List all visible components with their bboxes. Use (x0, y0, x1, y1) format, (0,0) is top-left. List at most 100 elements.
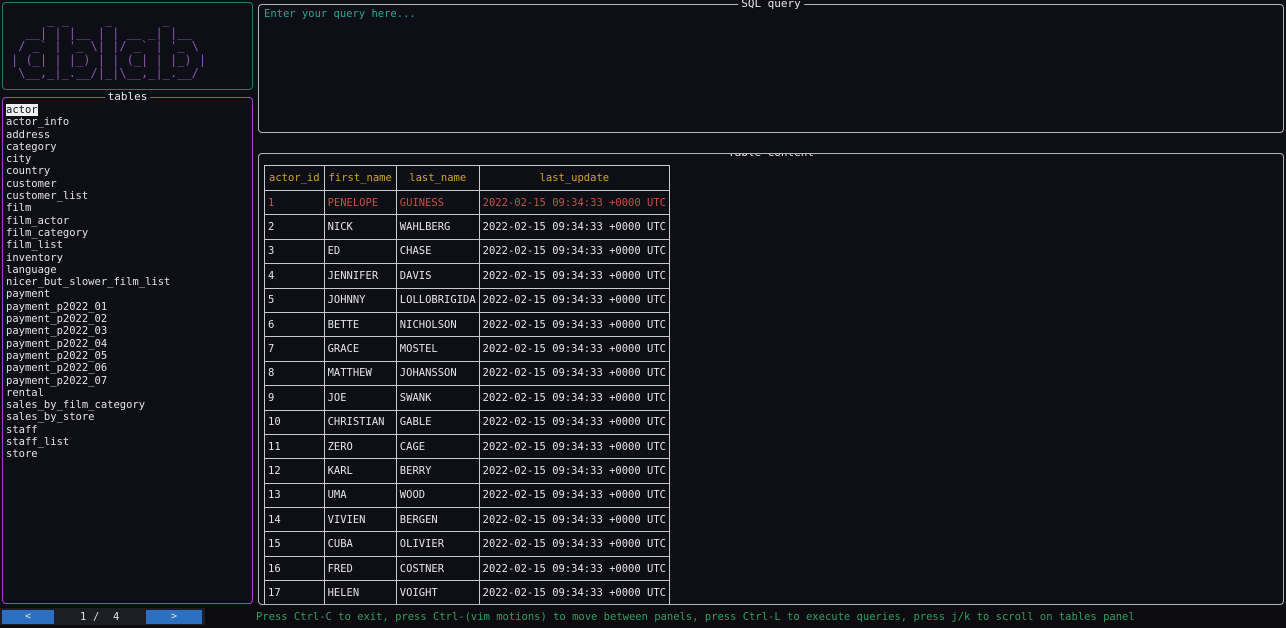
tables-list-item[interactable]: staff_list (6, 436, 252, 448)
content-table: actor_id first_name last_name last_update 1… (264, 165, 670, 604)
table-row[interactable]: 15 CUBA OLIVIER 2022-02-15 09:34:33 +0000 U… (264, 531, 670, 557)
tables-list-item[interactable]: sales_by_store (6, 411, 252, 423)
tables-list-item[interactable]: rental (6, 387, 252, 399)
tables-list-item[interactable]: payment_p2022_04 (6, 338, 252, 350)
table-row[interactable]: 1 PENELOPE GUINESS 2022-02-15 09:34:33 +000… (264, 189, 670, 216)
table-cell: VIVIEN (323, 507, 397, 533)
table-cell: 2022-02-15 09:34:33 +0000 UTC (478, 311, 670, 338)
table-row[interactable]: 5 JOHNNY LOLLOBRIGIDA 2022-02-15 09:34:33 +… (264, 287, 670, 313)
table-cell: BERGEN (395, 507, 480, 533)
table-row[interactable]: 13 UMA WOOD 2022-02-15 09:34:33 +0000 UTC (264, 482, 670, 509)
table-cell: 2022-02-15 09:34:33 +0000 UTC (478, 385, 670, 411)
sql-query-panel[interactable]: SQL query Enter your query here... (258, 0, 1284, 133)
tables-list-item[interactable]: category (6, 141, 252, 153)
tables-list-item[interactable]: language (6, 264, 252, 276)
table-row[interactable]: 16 FRED COSTNER 2022-02-15 09:34:33 +0000 U… (264, 555, 670, 582)
column-header: actor_id (264, 165, 325, 191)
tables-list-item[interactable]: city (6, 153, 252, 165)
table-cell: CHASE (395, 238, 480, 265)
current-page: 1 (80, 611, 87, 623)
table-cell: 3 (264, 238, 325, 265)
table-cell: CHRISTIAN (323, 409, 397, 435)
tables-list-item[interactable]: payment_p2022_06 (6, 362, 252, 374)
table-content-panel[interactable]: Table Content actor_idfirst_namelast_nam… (258, 153, 1284, 605)
table-cell: 2022-02-15 09:34:33 +0000 UTC (478, 507, 670, 533)
table-row[interactable]: 8 MATTHEW JOHANSSON 2022-02-15 09:34:33 +00… (264, 360, 670, 387)
tables-list-item[interactable]: nicer_but_slower_film_list (6, 276, 252, 288)
table-cell: 2022-02-15 09:34:33 +0000 UTC (478, 189, 670, 216)
tables-list-item[interactable]: payment_p2022_05 (6, 350, 252, 362)
column-header: first_name (323, 165, 397, 191)
table-row[interactable]: 11 ZERO CAGE 2022-02-15 09:34:33 +0000 UTC (264, 433, 670, 460)
table-row[interactable]: 4 JENNIFER DAVIS 2022-02-15 09:34:33 +0000 … (264, 263, 670, 289)
table-cell: DAVIS (395, 263, 480, 289)
table-row[interactable]: 17 HELEN VOIGHT 2022-02-15 09:34:33 +0000 U… (264, 580, 670, 604)
tables-list-item[interactable]: film (6, 202, 252, 214)
tables-list-item[interactable]: film_category (6, 227, 252, 239)
table-row[interactable]: 12 KARL BERRY 2022-02-15 09:34:33 +0000 UTC (264, 458, 670, 484)
content-table-header-row: actor_id first_name last_name last_update (264, 165, 670, 191)
table-row[interactable]: 3 ED CHASE 2022-02-15 09:34:33 +0000 UTC (264, 238, 670, 265)
tables-list-item[interactable]: customer (6, 178, 252, 190)
content-panel-title: Table Content (724, 154, 818, 159)
tables-list-item[interactable]: payment_p2022_01 (6, 301, 252, 313)
tables-list-item[interactable]: store (6, 448, 252, 460)
table-cell: 9 (264, 385, 325, 411)
tables-list-item[interactable]: customer_list (6, 190, 252, 202)
tables-list-item[interactable]: payment (6, 288, 252, 300)
table-cell: 5 (264, 287, 325, 313)
tables-list-item[interactable]: film_list (6, 239, 252, 251)
tables-list-item[interactable]: film_actor (6, 215, 252, 227)
table-cell: 6 (264, 311, 325, 338)
table-cell: 15 (264, 531, 325, 557)
table-cell: BETTE (323, 311, 397, 338)
total-pages: 4 (113, 611, 120, 623)
table-row[interactable]: 10 CHRISTIAN GABLE 2022-02-15 09:34:33 +000… (264, 409, 670, 435)
tables-list-item[interactable]: actor (6, 104, 252, 116)
table-cell: JOE (323, 385, 397, 411)
table-cell: 2022-02-15 09:34:33 +0000 UTC (478, 458, 670, 484)
table-cell: ZERO (323, 433, 397, 460)
table-row[interactable]: 14 VIVIEN BERGEN 2022-02-15 09:34:33 +0000 … (264, 507, 670, 533)
tables-list-item[interactable]: payment_p2022_03 (6, 325, 252, 337)
ascii-logo: _ _ _ _ __| | |__ | | __ _| |__ / _` | '… (11, 13, 207, 80)
tables-list-item[interactable]: payment_p2022_07 (6, 375, 252, 387)
table-cell: PENELOPE (323, 189, 397, 216)
table-cell: NICK (323, 214, 397, 240)
table-cell: 2022-02-15 09:34:33 +0000 UTC (478, 433, 670, 460)
table-cell: 2022-02-15 09:34:33 +0000 UTC (478, 263, 670, 289)
tables-list-item[interactable]: address (6, 129, 252, 141)
table-cell: 11 (264, 433, 325, 460)
tables-panel[interactable]: tables actor actor_info address category cit… (2, 90, 253, 604)
table-cell: JOHANSSON (395, 360, 480, 387)
table-cell: ED (323, 238, 397, 265)
help-text: Press Ctrl-C to exit, press Ctrl-(vim mo… (256, 611, 1135, 623)
table-cell: 2022-02-15 09:34:33 +0000 UTC (478, 555, 670, 582)
tables-list-item[interactable]: country (6, 165, 252, 177)
table-cell: 2022-02-15 09:34:33 +0000 UTC (478, 482, 670, 509)
tables-list-item[interactable]: staff (6, 424, 252, 436)
tables-panel-title: tables (104, 90, 151, 103)
table-cell: 2022-02-15 09:34:33 +0000 UTC (478, 531, 670, 557)
tables-list-item[interactable]: inventory (6, 252, 252, 264)
tables-list-item[interactable]: sales_by_film_category (6, 399, 252, 411)
table-cell: 2022-02-15 09:34:33 +0000 UTC (478, 287, 670, 313)
table-cell: CUBA (323, 531, 397, 557)
tables-list-item[interactable]: payment_p2022_02 (6, 313, 252, 325)
table-cell: GABLE (395, 409, 480, 435)
table-cell: 7 (264, 336, 325, 362)
table-row[interactable]: 2 NICK WAHLBERG 2022-02-15 09:34:33 +0000 U… (264, 214, 670, 240)
table-cell: NICHOLSON (395, 311, 480, 338)
column-header: last_update (478, 165, 670, 191)
table-cell: CAGE (395, 433, 480, 460)
content-table-body: 1 PENELOPE GUINESS 2022-02-15 09:34:33 +000… (264, 189, 670, 604)
table-cell: HELEN (323, 580, 397, 604)
tables-list-item[interactable]: actor_info (6, 116, 252, 128)
table-row[interactable]: 6 BETTE NICHOLSON 2022-02-15 09:34:33 +0000… (264, 311, 670, 338)
prev-page-button[interactable]: < (2, 610, 54, 624)
tables-list[interactable]: actor actor_info address category city countr… (3, 98, 252, 461)
table-cell: 13 (264, 482, 325, 509)
next-page-button[interactable]: > (146, 610, 202, 624)
table-row[interactable]: 9 JOE SWANK 2022-02-15 09:34:33 +0000 UTC (264, 385, 670, 411)
table-row[interactable]: 7 GRACE MOSTEL 2022-02-15 09:34:33 +0000 UT… (264, 336, 670, 362)
